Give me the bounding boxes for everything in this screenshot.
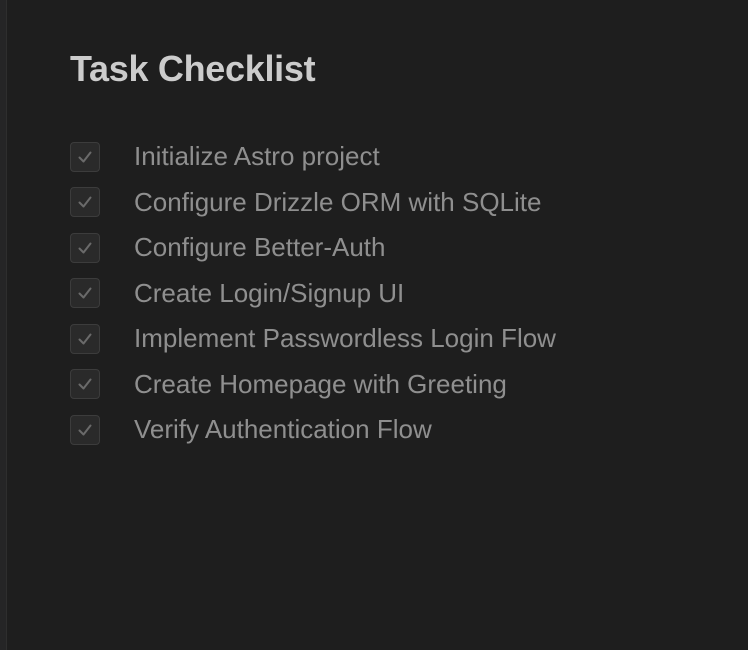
page-title: Task Checklist (70, 48, 316, 89)
checklist-item: Verify Authentication Flow (70, 407, 556, 453)
checkbox[interactable] (70, 232, 100, 263)
check-icon (78, 424, 92, 436)
check-icon (78, 242, 92, 254)
checklist-item-label: Configure Drizzle ORM with SQLite (134, 186, 542, 217)
check-icon (78, 151, 92, 163)
task-checklist: Task Checklist Initialize Astro project … (70, 46, 720, 445)
checkbox[interactable] (70, 278, 100, 309)
check-icon (78, 287, 92, 299)
check-icon (78, 333, 92, 345)
checkbox[interactable] (70, 369, 100, 400)
checklist-item-label: Create Login/Signup UI (134, 277, 405, 308)
checklist-items: Initialize Astro project Configure Drizz… (70, 134, 556, 453)
left-panel-edge (0, 0, 7, 650)
checklist-item: Initialize Astro project (70, 134, 556, 180)
checklist-item: Configure Drizzle ORM with SQLite (70, 180, 556, 226)
checklist-item: Create Login/Signup UI (70, 271, 556, 317)
checklist-item-label: Implement Passwordless Login Flow (134, 323, 556, 354)
checklist-item-label: Configure Better-Auth (134, 232, 386, 263)
checklist-item: Create Homepage with Greeting (70, 362, 556, 408)
checkbox[interactable] (70, 323, 100, 354)
checklist-item: Implement Passwordless Login Flow (70, 316, 556, 362)
check-icon (78, 196, 92, 208)
checklist-item: Configure Better-Auth (70, 225, 556, 271)
check-icon (78, 378, 92, 390)
checkbox[interactable] (70, 141, 100, 172)
checklist-item-label: Initialize Astro project (134, 141, 380, 172)
checkbox[interactable] (70, 187, 100, 218)
checkbox[interactable] (70, 414, 100, 445)
checklist-item-label: Create Homepage with Greeting (134, 368, 507, 399)
checklist-item-label: Verify Authentication Flow (134, 414, 432, 445)
